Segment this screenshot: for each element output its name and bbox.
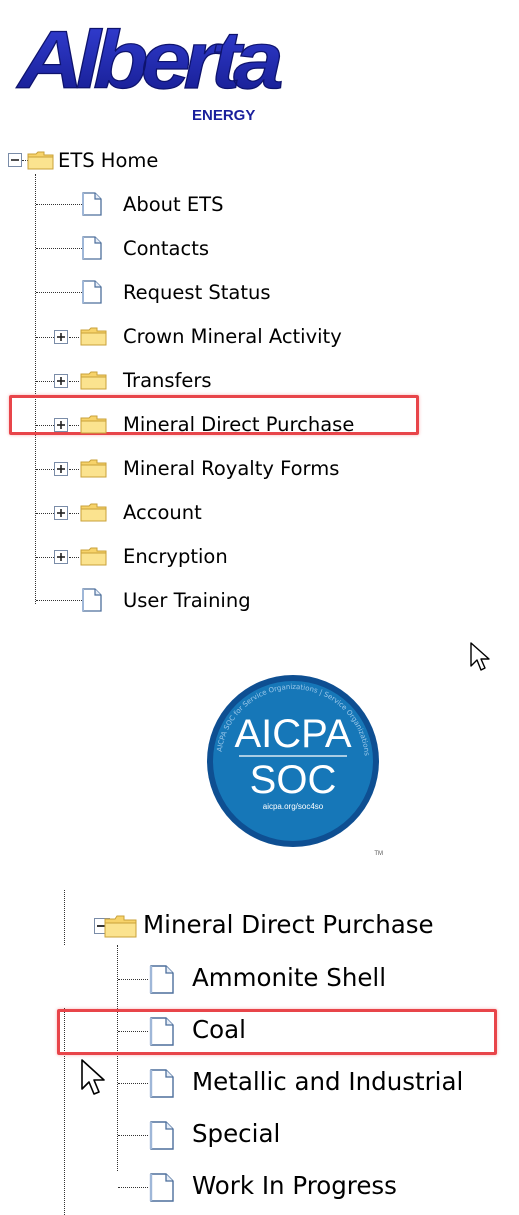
tree-connector [36, 381, 54, 382]
tree-connector [36, 248, 82, 249]
tree-label: Mineral Direct Purchase [143, 910, 434, 939]
folder-icon [104, 915, 137, 938]
tree-label: ETS Home [58, 149, 159, 172]
folder-icon [80, 327, 107, 346]
folder-icon [80, 503, 107, 522]
tree-node-encryption[interactable]: Encryption [0, 542, 300, 570]
tree-connector [69, 513, 79, 514]
logo-subtitle: ENERGY [192, 107, 255, 124]
tree-connector [118, 1135, 148, 1136]
alberta-logo-graphic: Alberta ENERGY [15, 14, 284, 124]
folder-icon [80, 415, 107, 434]
badge-soc-text: SOC [250, 758, 337, 802]
aicpa-badge-graphic: AICPA SOC for Service Organizations | Se… [207, 675, 383, 857]
tree-connector [36, 600, 82, 601]
folder-icon [27, 151, 54, 170]
mouse-cursor-icon [470, 642, 490, 671]
page-icon [82, 588, 102, 612]
tree-node-coal[interactable]: Coal [0, 1014, 519, 1048]
tree-connector [118, 1083, 148, 1084]
tree-label: Request Status [123, 281, 271, 304]
aicpa-soc-badge: AICPA SOC for Service Organizations | Se… [203, 671, 393, 861]
tree-connector [36, 513, 54, 514]
tree-node-work-in-progress[interactable]: Work In Progress [0, 1170, 519, 1204]
tree-connector [36, 469, 54, 470]
tree-connector [118, 979, 148, 980]
tree-connector [69, 469, 79, 470]
tree-label: About ETS [123, 193, 224, 216]
tree-node-special[interactable]: Special [0, 1118, 519, 1152]
tree-label: User Training [123, 589, 251, 612]
expand-plus-icon[interactable] [54, 330, 69, 345]
tree-label: Special [192, 1119, 281, 1148]
tree-node-about-ets[interactable]: About ETS [0, 190, 300, 218]
expand-plus-icon[interactable] [54, 418, 69, 433]
tree-label: Encryption [123, 545, 228, 568]
expand-plus-icon[interactable] [54, 506, 69, 521]
tree-node-request-status[interactable]: Request Status [0, 278, 320, 306]
tree-label: Ammonite Shell [192, 963, 387, 992]
badge-url-text: aicpa.org/soc4so [263, 802, 324, 811]
tree-node-account[interactable]: Account [0, 498, 300, 526]
tree-connector [36, 292, 82, 293]
tree-node-crown-mineral-activity[interactable]: Crown Mineral Activity [0, 322, 400, 350]
tree-label: Mineral Royalty Forms [123, 457, 340, 480]
tree-label: Account [123, 501, 202, 524]
tree-connector [118, 1031, 148, 1032]
page-icon [82, 280, 102, 304]
tree-label: Work In Progress [192, 1171, 397, 1200]
tree-connector [36, 557, 54, 558]
tree-label: Crown Mineral Activity [123, 325, 342, 348]
tree-node-ets-home[interactable]: ETS Home [0, 146, 300, 174]
tree-connector [69, 381, 79, 382]
page-icon [82, 236, 102, 260]
expand-plus-icon[interactable] [54, 550, 69, 565]
tree-connector [69, 425, 79, 426]
logo-wordmark: Alberta [16, 15, 282, 106]
mouse-cursor-icon [81, 1059, 105, 1095]
tree-node-mineral-direct-purchase-expanded[interactable]: Mineral Direct Purchase [0, 909, 519, 943]
tree-node-transfers[interactable]: Transfers [0, 366, 300, 394]
page-icon [149, 1069, 174, 1098]
page-icon [149, 1173, 174, 1202]
tree-label: Contacts [123, 237, 210, 260]
page-icon [149, 1017, 174, 1046]
folder-icon [80, 547, 107, 566]
tree-node-metallic-and-industrial[interactable]: Metallic and Industrial [0, 1066, 519, 1100]
alberta-energy-logo: Alberta ENERGY [14, 8, 284, 128]
tree-connector [69, 557, 79, 558]
tree-label: Transfers [123, 369, 212, 392]
tree-connector [36, 425, 54, 426]
tree-node-mineral-royalty-forms[interactable]: Mineral Royalty Forms [0, 454, 420, 482]
folder-icon [80, 459, 107, 478]
badge-tm-text: TM [374, 851, 383, 857]
tree-node-mineral-direct-purchase[interactable]: Mineral Direct Purchase [0, 410, 420, 438]
ets-navigation-tree: ETS Home About ETS Contacts Request Stat… [0, 138, 519, 628]
tree-node-ammonite-shell[interactable]: Ammonite Shell [0, 962, 519, 996]
tree-connector [118, 1187, 148, 1188]
folder-icon [80, 371, 107, 390]
tree-connector [69, 337, 79, 338]
tree-label: Metallic and Industrial [192, 1067, 464, 1096]
expand-plus-icon[interactable] [54, 462, 69, 477]
tree-label: Coal [192, 1015, 246, 1044]
tree-node-user-training[interactable]: User Training [0, 586, 300, 614]
collapse-minus-icon[interactable] [8, 153, 23, 168]
expand-plus-icon[interactable] [54, 374, 69, 389]
page-icon [149, 1121, 174, 1150]
mineral-direct-purchase-subtree: Mineral Direct Purchase Ammonite Shell C… [0, 890, 519, 1215]
page-icon [82, 192, 102, 216]
tree-connector [36, 204, 82, 205]
tree-node-contacts[interactable]: Contacts [0, 234, 300, 262]
page-icon [149, 965, 174, 994]
badge-aicpa-text: AICPA [234, 712, 351, 756]
tree-connector [36, 337, 54, 338]
tree-label: Mineral Direct Purchase [123, 413, 355, 436]
